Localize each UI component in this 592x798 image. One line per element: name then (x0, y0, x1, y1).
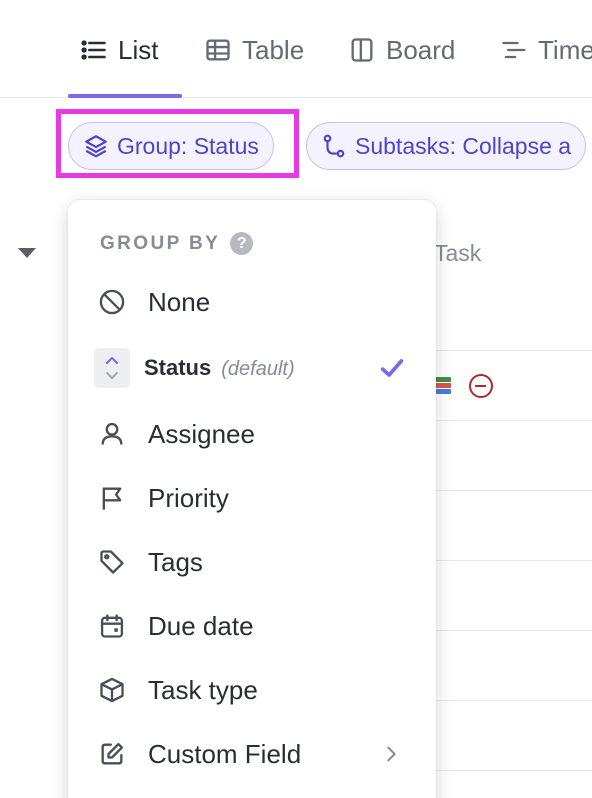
table-icon (206, 39, 230, 61)
group-by-heading: GROUP BY ? (100, 232, 254, 255)
tag-icon (97, 547, 127, 577)
option-label: Due date (148, 610, 254, 641)
group-option-task-type[interactable]: Task type (68, 662, 436, 718)
group-option-none[interactable]: None (68, 274, 436, 330)
help-icon[interactable]: ? (230, 232, 254, 255)
books-emoji-icon (434, 377, 451, 394)
tab-list-label: List (118, 34, 159, 65)
row-divider (436, 420, 592, 421)
chevron-right-icon (387, 746, 396, 762)
option-label: Custom Field (148, 738, 302, 769)
group-by-dropdown: GROUP BY ? None Status (default) Assignee… (68, 200, 436, 798)
row-divider (436, 350, 592, 351)
timeline-icon (502, 41, 526, 59)
collapse-caret-icon[interactable] (18, 248, 36, 258)
flag-icon (97, 483, 127, 513)
cube-icon (97, 675, 127, 705)
checkmark-icon (380, 359, 404, 377)
option-label: Assignee (148, 418, 255, 449)
tab-table[interactable]: Table (204, 30, 304, 70)
status-icon (94, 348, 130, 388)
person-icon (97, 419, 127, 449)
tab-table-label: Table (242, 34, 305, 65)
edit-icon (97, 739, 127, 769)
subtasks-button[interactable]: Subtasks: Collapse a (306, 122, 587, 170)
tab-board-label: Board (386, 34, 456, 65)
board-icon (351, 38, 373, 62)
option-label: Task type (148, 674, 258, 705)
group-option-custom-field[interactable]: Custom Field (68, 726, 436, 782)
option-label: Tags (148, 546, 203, 577)
row-divider (436, 630, 592, 631)
row-divider (436, 560, 592, 561)
highlight-box (56, 109, 299, 178)
task-column-header: Task (434, 240, 482, 266)
default-note: (default) (221, 358, 295, 380)
option-label: Status (default) (144, 355, 295, 381)
row-divider (436, 490, 592, 491)
calendar-icon (97, 611, 127, 641)
tab-list[interactable]: List (80, 30, 158, 70)
none-icon (97, 287, 127, 317)
blocked-icon[interactable] (469, 374, 493, 398)
subtasks-icon (323, 134, 345, 158)
group-by-heading-label: GROUP BY (100, 232, 221, 254)
subtasks-label: Subtasks: Collapse a (355, 132, 572, 159)
group-option-assignee[interactable]: Assignee (68, 406, 436, 462)
row-divider (436, 770, 592, 771)
group-option-priority[interactable]: Priority (68, 470, 436, 526)
row-divider (436, 700, 592, 701)
status-option-label: Status (144, 355, 212, 380)
group-option-status[interactable]: Status (default) (68, 340, 436, 396)
list-icon (81, 40, 106, 60)
tab-timeline[interactable]: Time (500, 30, 592, 70)
active-tab-indicator (68, 94, 182, 98)
group-option-due-date[interactable]: Due date (68, 598, 436, 654)
tab-board[interactable]: Board (348, 30, 455, 70)
option-label: Priority (148, 482, 229, 513)
option-label: None (148, 286, 211, 317)
view-tabs: List Table Board Time (0, 0, 592, 98)
tab-timeline-label: Time (538, 34, 592, 65)
group-option-tags[interactable]: Tags (68, 534, 436, 590)
